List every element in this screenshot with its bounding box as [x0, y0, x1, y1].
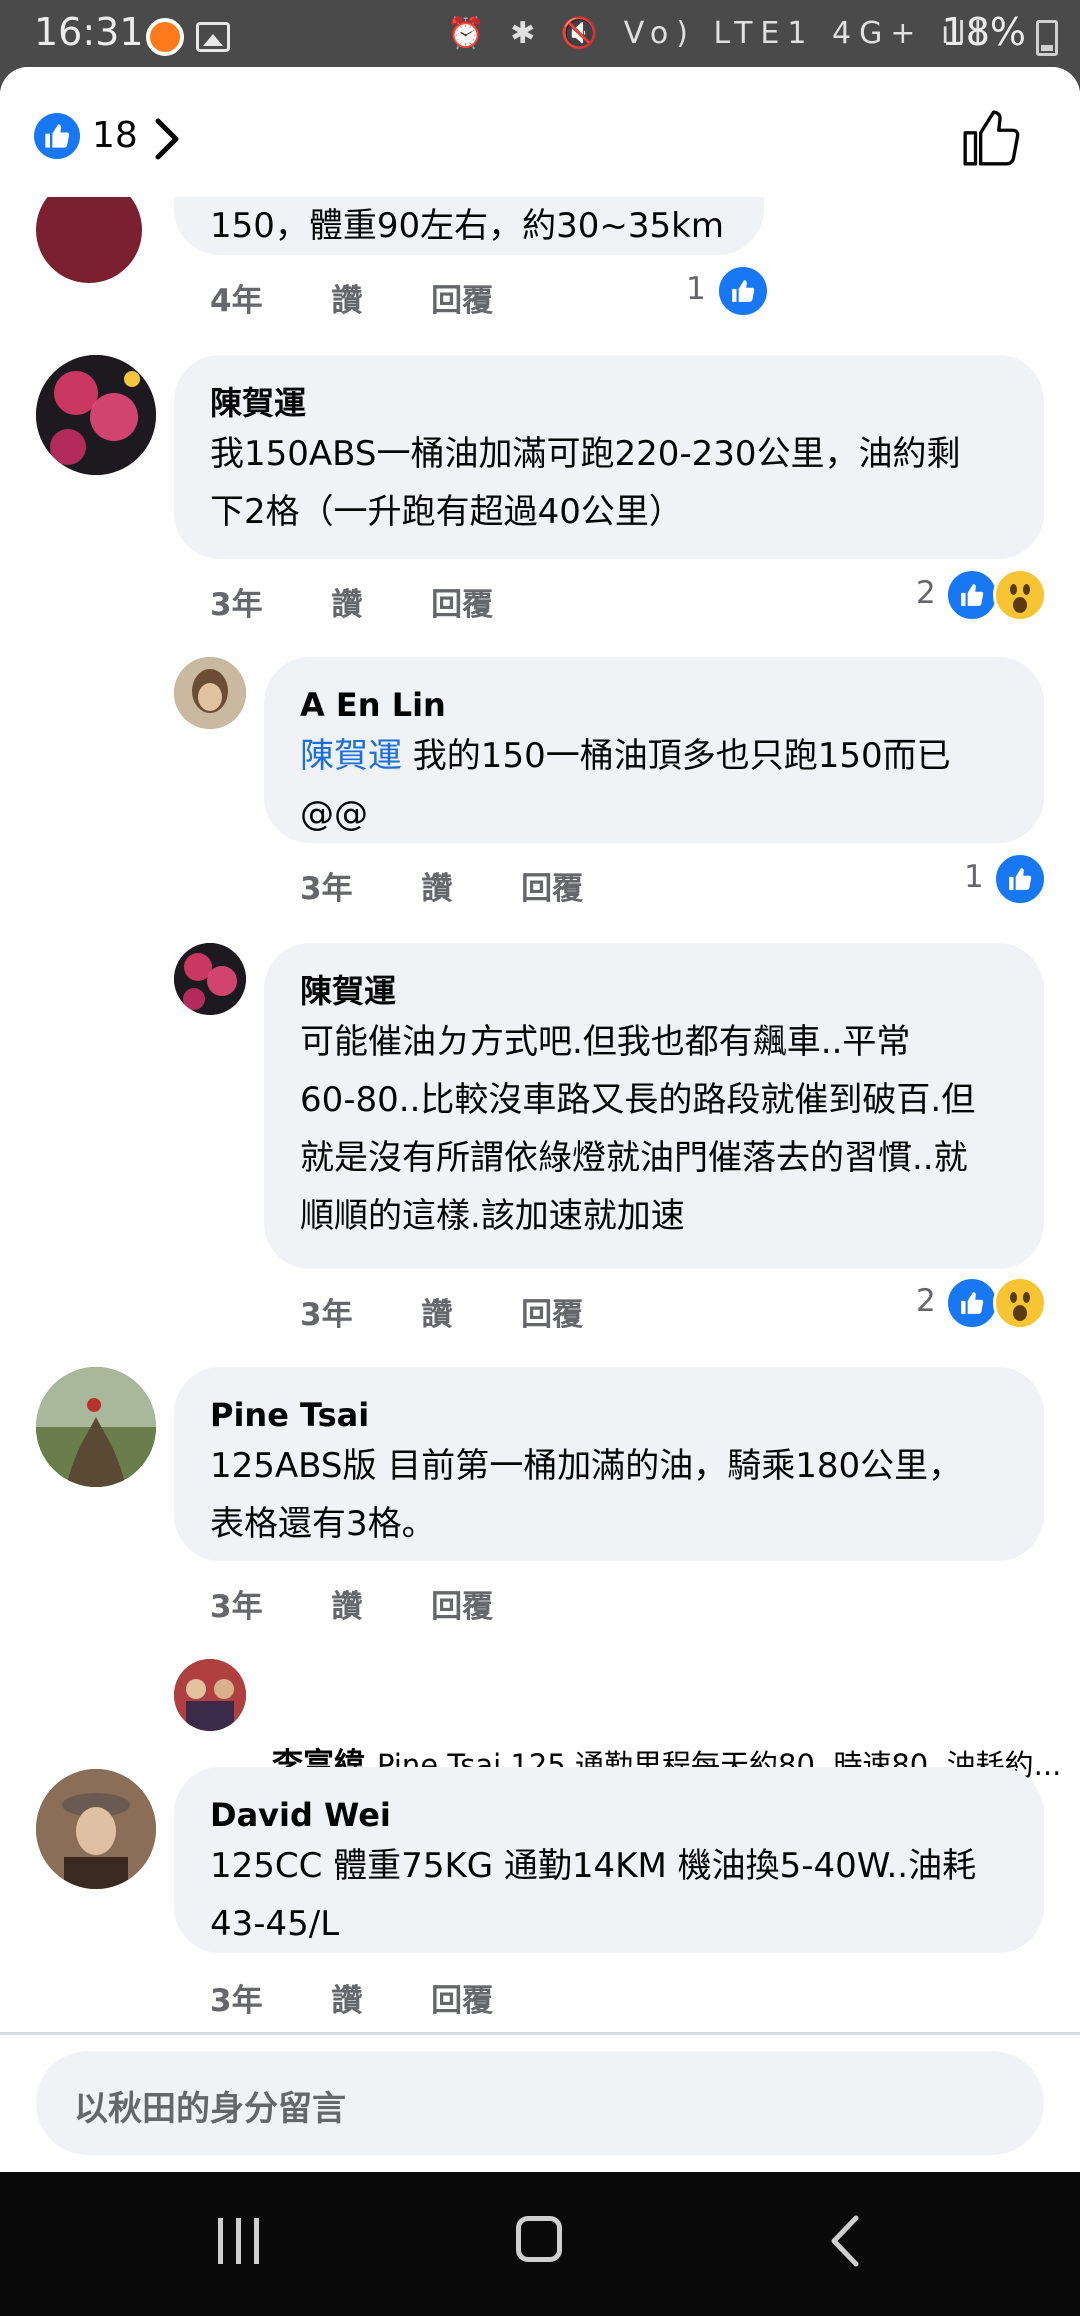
status-icons: ⏰ ✱ 🔇 Vo) LTE1 4G+ ıll	[447, 16, 990, 51]
back-icon[interactable]	[828, 2214, 862, 2272]
avatar[interactable]	[36, 355, 156, 475]
commenter-name[interactable]: 陳賀運	[210, 381, 1008, 425]
battery-icon	[1036, 20, 1058, 56]
app-notification-icon	[146, 18, 184, 56]
comment-meta: 4年 讚 回覆	[210, 275, 493, 320]
reaction-count[interactable]: 2	[916, 1283, 936, 1319]
reaction-count[interactable]: 1	[964, 859, 984, 895]
reply-bubble[interactable]: A En Lin 陳賀運 我的150一桶油頂多也只跑150而已 @@	[264, 657, 1044, 843]
avatar[interactable]	[174, 1659, 246, 1731]
avatar-image	[36, 1769, 156, 1889]
comment-text: 125ABS版 目前第一桶加滿的油，騎乘180公里， 表格還有3格。	[210, 1446, 963, 1544]
wow-reaction-icon	[993, 1276, 1047, 1330]
like-reaction-icon	[945, 1276, 999, 1330]
comment-time[interactable]: 3年	[210, 1581, 263, 1626]
comment-time[interactable]: 4年	[210, 275, 263, 320]
comment-time[interactable]: 3年	[210, 1975, 263, 2020]
like-button[interactable]: 讚	[421, 863, 452, 908]
reply-button[interactable]: 回覆	[431, 579, 493, 624]
comment-text: 陳賀運 我的150一桶油頂多也只跑150而已 @@	[300, 736, 951, 834]
commenter-name[interactable]: 陳賀運	[300, 969, 1008, 1013]
comment-time[interactable]: 3年	[210, 579, 263, 624]
total-reaction-count[interactable]: 18	[92, 115, 138, 156]
reply-button[interactable]: 回覆	[521, 863, 583, 908]
comment-meta: 3年 讚 回覆	[300, 1289, 583, 1334]
like-reaction-icon[interactable]	[34, 113, 80, 159]
like-button[interactable]: 讚	[331, 1975, 362, 2020]
comment-input[interactable]: 以秋田的身分留言	[36, 2051, 1044, 2155]
home-icon[interactable]	[516, 2216, 562, 2262]
avatar-image	[36, 355, 156, 475]
comment-meta: 3年 讚 回覆	[210, 1581, 493, 1626]
like-outline-icon[interactable]	[960, 107, 1022, 173]
avatar-image	[36, 1367, 156, 1487]
avatar-image	[174, 657, 246, 729]
avatar-image	[174, 1659, 246, 1731]
gallery-notification-icon	[196, 22, 230, 52]
commenter-name[interactable]: David Wei	[210, 1793, 1008, 1837]
like-reaction-icon	[716, 264, 770, 318]
divider	[0, 2032, 1080, 2035]
avatar[interactable]	[36, 1367, 156, 1487]
comment-time[interactable]: 3年	[300, 863, 353, 908]
like-button[interactable]: 讚	[331, 275, 362, 320]
wow-reaction-icon	[993, 568, 1047, 622]
comment-text: 可能催油ㄉ方式吧.但我也都有飆車..平常 60-80..比較沒車路又長的路段就催…	[300, 1022, 976, 1236]
commenter-name[interactable]: Pine Tsai	[210, 1393, 1008, 1437]
comment-text: 我150ABS一桶油加滿可跑220-230公里，油約剩 下2格（一升跑有超過40…	[210, 434, 961, 532]
reply-button[interactable]: 回覆	[431, 275, 493, 320]
like-reaction-icon	[945, 568, 999, 622]
reaction-count[interactable]: 2	[916, 575, 936, 611]
comment-meta: 3年 讚 回覆	[210, 579, 493, 624]
mention-link[interactable]: 陳賀運	[300, 736, 402, 776]
avatar[interactable]	[174, 943, 246, 1015]
like-button[interactable]: 讚	[331, 579, 362, 624]
comments-sheet: 150，體重90左右，約30~35km 4年 讚 回覆 1 陳賀運 我150AB…	[0, 67, 1080, 2172]
comment-time[interactable]: 3年	[300, 1289, 353, 1334]
recent-apps-icon[interactable]	[214, 2216, 264, 2270]
comment-bubble[interactable]: Pine Tsai 125ABS版 目前第一桶加滿的油，騎乘180公里， 表格還…	[174, 1367, 1044, 1561]
reply-button[interactable]: 回覆	[521, 1289, 583, 1334]
battery-percent: 18%	[941, 10, 1026, 54]
like-button[interactable]: 讚	[331, 1581, 362, 1626]
avatar[interactable]	[36, 1769, 156, 1889]
comment-meta: 3年 讚 回覆	[300, 863, 583, 908]
navigation-bar	[0, 2172, 1080, 2316]
comment-bubble[interactable]: 陳賀運 我150ABS一桶油加滿可跑220-230公里，油約剩 下2格（一升跑有…	[174, 355, 1044, 559]
reactions-header: 18	[0, 67, 1080, 197]
reply-button[interactable]: 回覆	[431, 1581, 493, 1626]
commenter-name[interactable]: A En Lin	[300, 683, 1008, 727]
like-button[interactable]: 讚	[421, 1289, 452, 1334]
chevron-right-icon[interactable]	[152, 117, 182, 165]
like-reaction-icon	[993, 852, 1047, 906]
comment-text: 150，體重90左右，約30~35km	[210, 206, 724, 246]
comment-bubble[interactable]: David Wei 125CC 體重75KG 通勤14KM 機油換5-40W..…	[174, 1767, 1044, 1953]
comment-list[interactable]: 150，體重90左右，約30~35km 4年 讚 回覆 1 陳賀運 我150AB…	[0, 67, 1080, 2032]
reply-bubble[interactable]: 陳賀運 可能催油ㄉ方式吧.但我也都有飆車..平常 60-80..比較沒車路又長的…	[264, 943, 1044, 1269]
reply-button[interactable]: 回覆	[431, 1975, 493, 2020]
status-time: 16:31	[34, 10, 144, 54]
comment-meta: 3年 讚 回覆	[210, 1975, 493, 2020]
status-bar: 16:31 ⏰ ✱ 🔇 Vo) LTE1 4G+ ıll 18%	[0, 0, 1080, 70]
reaction-count[interactable]: 1	[686, 271, 706, 307]
avatar-image	[174, 943, 246, 1015]
avatar[interactable]	[174, 657, 246, 729]
comment-text: 125CC 體重75KG 通勤14KM 機油換5-40W..油耗 43-45/L	[210, 1846, 977, 1944]
